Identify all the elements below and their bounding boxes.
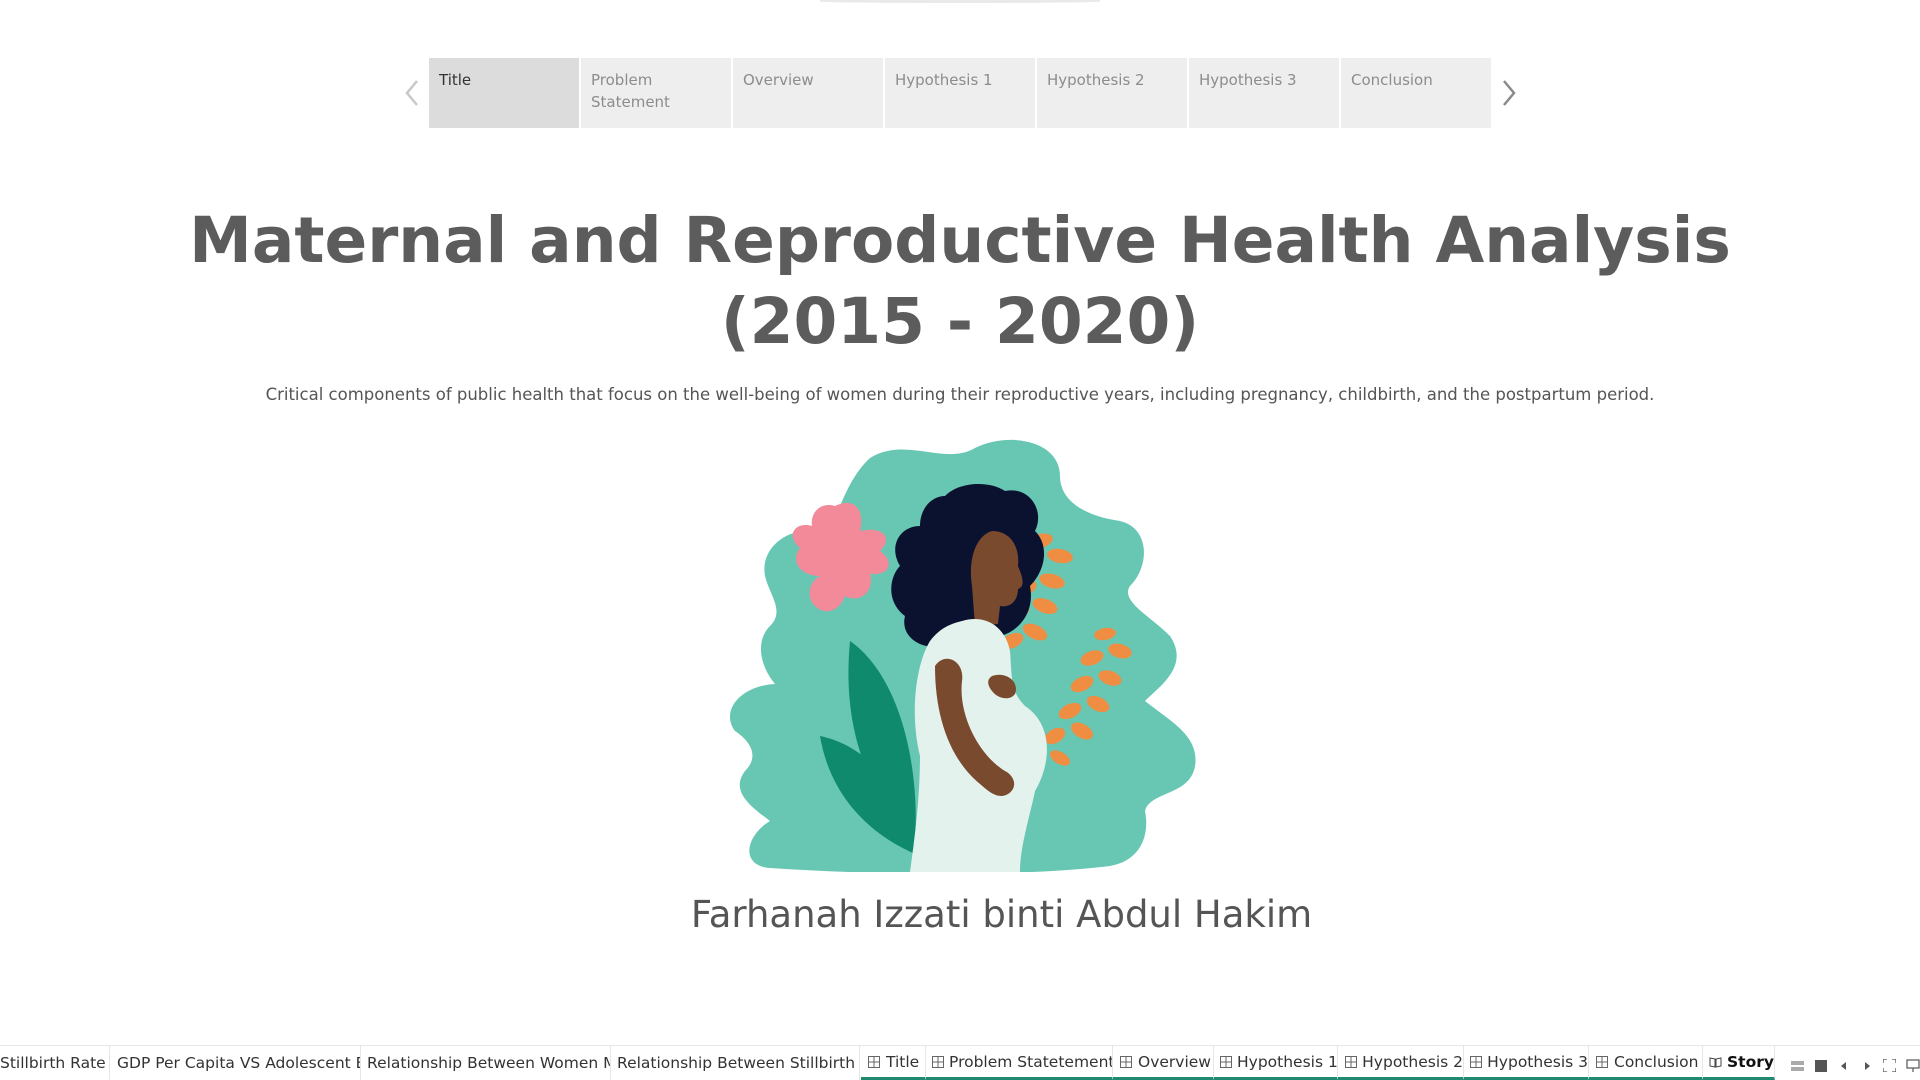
dashboard-tab-overview[interactable]: Overview: [1113, 1046, 1214, 1080]
sheet-tab-label: Overview: [1138, 1052, 1211, 1071]
story-point-title[interactable]: Title: [429, 58, 579, 128]
dashboard-icon: [1595, 1055, 1609, 1069]
story-point-hypothesis-1[interactable]: Hypothesis 1: [885, 58, 1035, 128]
page-title: Maternal and Reproductive Health Analysi…: [189, 204, 1731, 358]
dashboard-tab-hypothesis-1[interactable]: Hypothesis 1: [1214, 1046, 1338, 1080]
sheet-tab-strip: Stillbirth Rate GDP Per Capita VS Adoles…: [0, 1045, 1920, 1080]
story-point-label: Conclusion: [1351, 71, 1433, 89]
sheet-view-controls: [1790, 1058, 1920, 1073]
next-sheet-icon[interactable]: [1859, 1058, 1874, 1073]
story-point-label: Hypothesis 2: [1047, 71, 1145, 89]
sheet-tab-stillbirth-rate[interactable]: Stillbirth Rate: [0, 1046, 110, 1080]
sheet-tab-label: Hypothesis 2: [1362, 1052, 1463, 1071]
page-subtitle: Critical components of public health tha…: [265, 385, 1655, 404]
dashboard-icon: [1220, 1055, 1232, 1069]
author-name: Farhanah Izzati binti Abdul Hakim: [690, 893, 1313, 936]
dashboard-icon: [1344, 1055, 1357, 1069]
story-point-label: Hypothesis 1: [895, 71, 993, 89]
dashboard-icon: [867, 1055, 881, 1069]
sheet-tab-label: Problem Statetement: [949, 1052, 1113, 1071]
sheet-tab-label: Title: [886, 1052, 920, 1071]
top-scroll-shadow: [820, 0, 1100, 3]
story-point-hypothesis-2[interactable]: Hypothesis 2: [1037, 58, 1187, 128]
prev-sheet-icon[interactable]: [1836, 1058, 1851, 1073]
sheet-tab-label: GDP Per Capita VS Adolescent B...: [117, 1054, 361, 1072]
story-point-hypothesis-3[interactable]: Hypothesis 3: [1189, 58, 1339, 128]
dashboard-tab-title[interactable]: Title: [861, 1046, 926, 1080]
story-point-overview[interactable]: Overview: [733, 58, 883, 128]
story-point-problem-statement[interactable]: Problem Statement: [581, 58, 731, 128]
story-point-conclusion[interactable]: Conclusion: [1341, 58, 1491, 128]
dashboard-tab-problem-statement[interactable]: Problem Statetement: [926, 1046, 1113, 1080]
sheet-sorter-icon[interactable]: [1790, 1058, 1805, 1073]
chevron-right-icon[interactable]: [1494, 76, 1524, 110]
story-icon: [1709, 1055, 1722, 1069]
dashboard-icon: [1470, 1055, 1483, 1069]
sheet-tab-label: Stillbirth Rate: [0, 1054, 106, 1072]
dashboard-tab-conclusion[interactable]: Conclusion: [1589, 1046, 1703, 1080]
sheet-tab-label: Relationship Between Stillbirth ...: [617, 1054, 860, 1072]
story-point-label: Problem Statement: [591, 71, 670, 111]
sheet-tab-label: Hypothesis 3: [1487, 1052, 1588, 1071]
dashboard-tab-hypothesis-2[interactable]: Hypothesis 2: [1338, 1046, 1464, 1080]
sheet-tab-label: Hypothesis 1: [1237, 1052, 1338, 1071]
story-point-label: Overview: [743, 71, 814, 89]
sheet-tab-gdp-vs-adolescent[interactable]: GDP Per Capita VS Adolescent B...: [111, 1046, 361, 1080]
story-navigator: Title Problem Statement Overview Hypothe…: [429, 58, 1491, 128]
story-point-label: Title: [439, 71, 472, 89]
fullscreen-icon[interactable]: [1882, 1058, 1897, 1073]
tableau-story-workspace: Title Problem Statement Overview Hypothe…: [0, 0, 1920, 1080]
story-tab[interactable]: Story: [1703, 1046, 1775, 1080]
pregnant-woman-illustration: [730, 439, 1196, 872]
sheet-tab-label: Relationship Between Women M...: [367, 1054, 611, 1072]
sheet-tab-relationship-stillbirth[interactable]: Relationship Between Stillbirth ...: [611, 1046, 860, 1080]
dashboard-icon: [932, 1055, 944, 1069]
dashboard-tab-hypothesis-3[interactable]: Hypothesis 3: [1464, 1046, 1589, 1080]
chevron-left-icon[interactable]: [397, 76, 427, 110]
sheet-tab-label: Conclusion: [1614, 1052, 1699, 1071]
presentation-icon[interactable]: [1905, 1058, 1920, 1073]
filmstrip-icon[interactable]: [1813, 1058, 1828, 1073]
sheet-tab-label: Story: [1727, 1052, 1774, 1071]
sheet-tab-relationship-women[interactable]: Relationship Between Women M...: [361, 1046, 611, 1080]
story-point-label: Hypothesis 3: [1199, 71, 1297, 89]
dashboard-icon: [1119, 1055, 1133, 1069]
